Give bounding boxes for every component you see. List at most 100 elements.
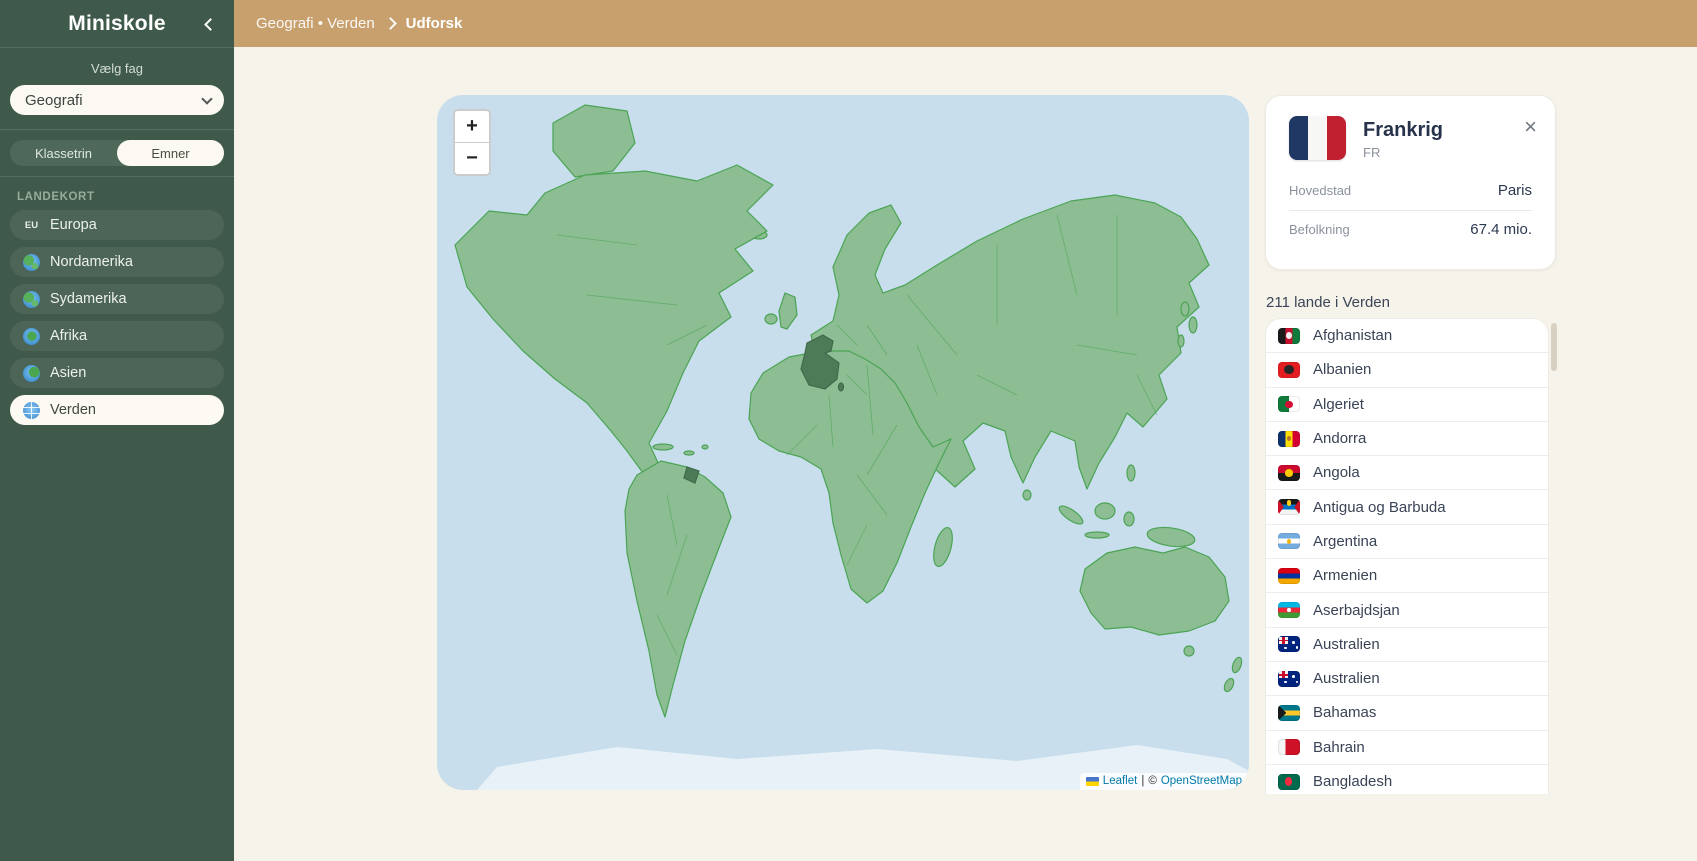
- topbar: Geografi • Verden Udforsk: [234, 0, 1697, 47]
- view-toggle-section: Klassetrin Emner: [0, 130, 234, 177]
- country-list-item[interactable]: Aserbajdsjan: [1266, 593, 1548, 627]
- flag-emblem: [1285, 401, 1292, 408]
- country-list-item[interactable]: Armenien: [1266, 559, 1548, 593]
- country-flag-icon: [1278, 774, 1300, 790]
- country-flag-icon: [1278, 396, 1300, 412]
- flag-emblem: [1284, 681, 1286, 684]
- country-list-item[interactable]: Angola: [1266, 456, 1548, 490]
- sidebar-item-sydamerika[interactable]: Sydamerika: [10, 284, 224, 314]
- fact-label: Hovedstad: [1289, 183, 1351, 198]
- list-scrollbar-thumb[interactable]: [1551, 323, 1557, 371]
- sidebar-item-afrika[interactable]: Afrika: [10, 321, 224, 351]
- country-list-item[interactable]: Argentina: [1266, 525, 1548, 559]
- breadcrumb-current: Udforsk: [406, 15, 463, 32]
- fact-value: 67.4 mio.: [1470, 221, 1532, 238]
- country-list-item[interactable]: Afghanistan: [1266, 319, 1548, 353]
- flag-emblem: [1282, 671, 1285, 678]
- country-flag-icon: [1278, 499, 1300, 515]
- leaflet-link[interactable]: Leaflet: [1103, 775, 1138, 787]
- openstreetmap-link[interactable]: OpenStreetMap: [1161, 775, 1242, 787]
- flag-emblem: [1285, 777, 1292, 786]
- fact-label: Befolkning: [1289, 222, 1350, 237]
- country-code: FR: [1363, 145, 1443, 160]
- country-list-item[interactable]: Bahrain: [1266, 731, 1548, 765]
- subject-select-label: Vælg fag: [10, 61, 224, 76]
- sidebar: Miniskole Vælg fag Geografi Klassetrin E…: [0, 0, 234, 861]
- country-flag-icon: [1278, 705, 1300, 721]
- country-flag-icon: [1278, 533, 1300, 549]
- country-flag: [1289, 116, 1346, 160]
- country-list-item[interactable]: Australien: [1266, 628, 1548, 662]
- country-list-heading: 211 lande i Verden: [1266, 294, 1390, 311]
- country-flag-icon: [1278, 328, 1300, 344]
- country-list: Afghanistan Albanien Algeriet Andorra An…: [1265, 318, 1549, 794]
- flag-emblem: [1296, 646, 1298, 648]
- zoom-out-button[interactable]: −: [455, 142, 489, 174]
- globe-americas-icon: [23, 254, 40, 271]
- country-flag-icon: [1278, 636, 1300, 652]
- chevron-left-icon: [204, 18, 217, 31]
- flag-emblem: [1284, 365, 1294, 374]
- sidebar-item-asien[interactable]: Asien: [10, 358, 224, 388]
- subject-select-value: Geografi: [25, 92, 83, 109]
- tab-klassetrin[interactable]: Klassetrin: [10, 140, 117, 166]
- country-flag-icon: [1278, 568, 1300, 584]
- sidebar-item-europa[interactable]: EU Europa: [10, 210, 224, 240]
- subject-select[interactable]: Geografi: [10, 85, 224, 115]
- attribution-divider: |: [1141, 775, 1144, 787]
- world-map-svg: [437, 95, 1249, 790]
- flag-emblem: [1286, 332, 1292, 339]
- country-fact-row: Hovedstad Paris: [1289, 172, 1532, 210]
- country-list-item[interactable]: Antigua og Barbuda: [1266, 490, 1548, 524]
- flag-emblem: [1284, 647, 1286, 650]
- world-map[interactable]: + −: [437, 95, 1249, 790]
- flag-emblem: [1278, 705, 1286, 721]
- country-list-item[interactable]: Albanien: [1266, 353, 1548, 387]
- breadcrumb[interactable]: Geografi • Verden: [256, 15, 375, 32]
- flag-emblem: [1292, 641, 1295, 644]
- globe-asia-icon: [23, 365, 40, 382]
- country-fact-row: Befolkning 67.4 mio.: [1289, 210, 1532, 249]
- country-list-item[interactable]: Andorra: [1266, 422, 1548, 456]
- country-flag-icon: [1278, 431, 1300, 447]
- country-flag-icon: [1278, 362, 1300, 378]
- flag-emblem: [1278, 499, 1284, 515]
- globe-africa-icon: [23, 328, 40, 345]
- flag-emblem: [1294, 499, 1300, 515]
- sidebar-nav: EU Europa Nordamerika Sydamerika Afrika …: [0, 210, 234, 425]
- flag-emblem: [1287, 500, 1292, 505]
- zoom-in-button[interactable]: +: [455, 111, 489, 142]
- sidebar-header: Miniskole: [0, 0, 234, 48]
- tab-emner[interactable]: Emner: [117, 140, 224, 166]
- country-card-rows: Hovedstad Paris Befolkning 67.4 mio.: [1266, 160, 1555, 249]
- flag-emblem: [1292, 675, 1295, 678]
- chevron-down-icon: [201, 93, 212, 104]
- close-icon[interactable]: ×: [1524, 118, 1537, 136]
- subject-section: Vælg fag Geografi: [0, 48, 234, 130]
- flag-emblem: [1287, 608, 1291, 612]
- sidebar-item-verden[interactable]: Verden: [10, 395, 224, 425]
- country-list-item[interactable]: Australien: [1266, 662, 1548, 696]
- country-list-item[interactable]: Bahamas: [1266, 696, 1548, 730]
- country-name: Frankrig: [1363, 119, 1443, 141]
- globe-americas-icon: [23, 291, 40, 308]
- ukraine-flag-icon: [1086, 777, 1099, 786]
- map-zoom-control: + −: [453, 109, 491, 176]
- sidebar-item-nordamerika[interactable]: Nordamerika: [10, 247, 224, 277]
- attribution-copyright: ©: [1148, 775, 1156, 787]
- country-list-item[interactable]: Algeriet: [1266, 388, 1548, 422]
- breadcrumb-separator-icon: [386, 15, 395, 33]
- view-toggle: Klassetrin Emner: [10, 140, 224, 166]
- map-attribution: Leaflet | © OpenStreetMap: [1080, 773, 1249, 790]
- fact-value: Paris: [1498, 182, 1532, 199]
- flag-emblem: [1287, 539, 1291, 544]
- landekort-section-title: LANDEKORT: [17, 191, 234, 203]
- flag-emblem: [1296, 681, 1298, 683]
- country-card: Frankrig FR × Hovedstad Paris Befolkning…: [1265, 95, 1556, 270]
- sidebar-collapse-button[interactable]: [202, 16, 218, 32]
- country-flag-icon: [1278, 739, 1300, 755]
- country-flag-icon: [1278, 671, 1300, 687]
- flag-emblem: [1282, 637, 1285, 644]
- country-flag-icon: [1278, 602, 1300, 618]
- country-list-item[interactable]: Bangladesh: [1266, 765, 1548, 794]
